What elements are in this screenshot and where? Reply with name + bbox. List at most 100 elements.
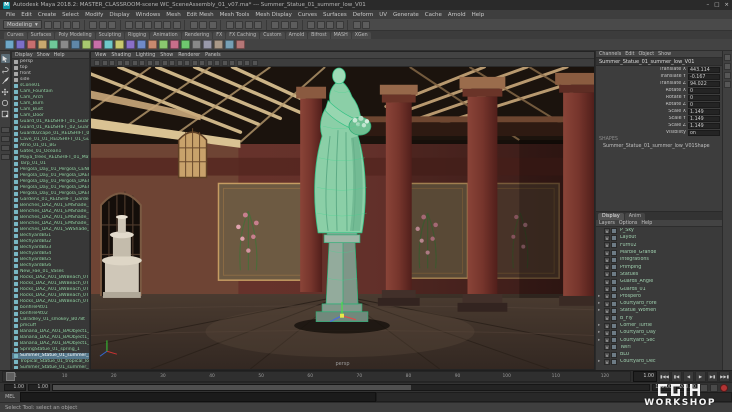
channel-value-field[interactable]: 0 — [688, 87, 720, 94]
shelf-tool-icon[interactable] — [16, 40, 25, 49]
layer-color-swatch[interactable] — [611, 300, 617, 307]
menu-surfaces[interactable]: Surfaces — [323, 12, 347, 18]
timeline-track[interactable]: 1 10 20 30 40 50 60 70 80 90 100 110 120 — [2, 371, 631, 382]
paint-selection-tool-button[interactable] — [1, 76, 10, 85]
status-icon[interactable] — [189, 20, 198, 29]
shelf-tool-icon[interactable] — [214, 40, 223, 49]
lasso-tool-button[interactable] — [1, 65, 10, 74]
shelf-tab-surfaces[interactable]: Surfaces — [27, 32, 55, 39]
shelf-tool-icon[interactable] — [27, 40, 36, 49]
layer-row[interactable]: V Integrations — [596, 256, 722, 263]
minimize-button[interactable]: – — [706, 2, 709, 8]
channel-value-field[interactable]: 1.149 — [688, 122, 720, 129]
step-forward-button[interactable]: ▶▮ — [707, 371, 718, 382]
layer-row[interactable]: ▸ V Courtyard_Day — [596, 329, 722, 336]
layer-color-swatch[interactable] — [611, 278, 617, 285]
menu-generate[interactable]: Generate — [393, 12, 419, 18]
expand-icon[interactable]: ▸ — [598, 301, 603, 306]
layer-visibility-toggle[interactable]: V — [604, 234, 610, 241]
viewport-menu-show[interactable]: Show — [160, 53, 173, 58]
viewport-toolbar-icon[interactable] — [124, 59, 130, 66]
status-icon[interactable] — [307, 20, 316, 29]
layer-visibility-toggle[interactable]: V — [604, 227, 610, 234]
viewport-toolbar-icon[interactable] — [146, 59, 153, 66]
viewport-toolbar-icon[interactable] — [94, 59, 100, 66]
layer-menu-help[interactable]: Help — [641, 221, 652, 226]
viewport-toolbar-icon[interactable] — [116, 59, 123, 66]
move-tool-button[interactable] — [1, 87, 10, 96]
status-icon[interactable] — [89, 20, 98, 29]
shelf-tool-icon[interactable] — [38, 40, 47, 49]
viewport-toolbar-icon[interactable] — [109, 59, 115, 66]
go-to-start-button[interactable]: ▮◀◀ — [659, 371, 670, 382]
shelf-tool-icon[interactable] — [5, 40, 14, 49]
status-icon[interactable] — [199, 20, 208, 29]
expand-icon[interactable]: ▸ — [598, 308, 603, 313]
layer-visibility-toggle[interactable]: V — [604, 256, 610, 263]
layer-color-swatch[interactable] — [611, 286, 617, 293]
channelbox-menu-object[interactable]: Object — [639, 52, 655, 57]
outliner-menu-display[interactable]: Display — [15, 53, 33, 58]
select-tool-button[interactable] — [0, 54, 10, 63]
channel-value-field[interactable]: 1.149 — [688, 108, 720, 115]
shelf-tab-rendering[interactable]: Rendering — [181, 32, 213, 39]
channelbox-menu-edit[interactable]: Edit — [625, 52, 634, 57]
outliner-item[interactable]: Summer_Statue_01_summer_low_B — [12, 365, 89, 369]
status-icon[interactable] — [62, 20, 71, 29]
menu-deform[interactable]: Deform — [353, 12, 373, 18]
auto-keyframe-toggle[interactable] — [720, 383, 728, 392]
fresco-panel-left[interactable] — [217, 182, 313, 281]
shelf-tool-icon[interactable] — [236, 40, 245, 49]
status-icon[interactable] — [53, 20, 62, 29]
viewport-toolbar-icon[interactable] — [154, 59, 160, 66]
viewport-toolbar-icon[interactable] — [161, 59, 168, 66]
selected-object-name[interactable]: Summer_Statue_01_summer_low_V01 — [596, 58, 722, 66]
layer-visibility-toggle[interactable]: V — [604, 293, 610, 300]
layer-color-swatch[interactable] — [611, 271, 617, 278]
layer-visibility-toggle[interactable]: V — [604, 329, 610, 336]
shelf-tool-icon[interactable] — [203, 40, 212, 49]
status-icon[interactable] — [225, 20, 234, 29]
layer-visibility-toggle[interactable]: V — [604, 315, 610, 322]
menu-edit[interactable]: Edit — [21, 12, 32, 18]
layer-visibility-toggle[interactable]: V — [604, 322, 610, 329]
status-icon[interactable] — [172, 20, 181, 29]
layer-row[interactable]: V Guards_01 — [596, 285, 722, 293]
shelf-tab-mash[interactable]: MASH — [330, 32, 351, 39]
viewport-scene[interactable]: persp — [91, 67, 594, 369]
close-button[interactable]: × — [724, 2, 729, 8]
viewport-toolbar-icon[interactable] — [229, 59, 235, 66]
status-icon[interactable] — [163, 20, 172, 29]
shelf-tab-animation[interactable]: Animation — [150, 32, 181, 39]
channelbox-menu-channels[interactable]: Channels — [599, 52, 621, 57]
status-icon[interactable] — [290, 20, 299, 29]
menu-set-dropdown[interactable]: Modeling ▾ — [3, 20, 42, 29]
layer-row[interactable]: V Primping — [596, 263, 722, 271]
shelf-tool-icon[interactable] — [170, 40, 179, 49]
layer-color-swatch[interactable] — [611, 337, 617, 344]
expand-icon[interactable]: ▸ — [598, 338, 603, 343]
shelf-tab-bifrost[interactable]: Bifrost — [308, 32, 330, 39]
viewport-menu-panels[interactable]: Panels — [205, 53, 220, 58]
command-language-toggle[interactable]: MEL — [0, 392, 20, 402]
layer-color-swatch[interactable] — [611, 293, 617, 300]
layer-color-swatch[interactable] — [611, 315, 617, 322]
range-slider-track[interactable] — [52, 384, 650, 391]
layer-row[interactable]: V Statues — [596, 271, 722, 278]
status-icon[interactable] — [134, 20, 143, 29]
status-icon[interactable] — [335, 20, 344, 29]
shelf-tool-icon[interactable] — [60, 40, 69, 49]
layer-color-swatch[interactable] — [611, 358, 617, 365]
layer-color-swatch[interactable] — [611, 344, 617, 351]
channel-value-field[interactable]: -0.167 — [688, 73, 720, 80]
expand-icon[interactable]: ▸ — [598, 294, 603, 299]
3d-scene[interactable] — [91, 67, 594, 369]
outliner-menu-show[interactable]: Show — [37, 53, 50, 58]
status-icon[interactable] — [208, 20, 217, 29]
viewport-toolbar-icon[interactable] — [169, 59, 175, 66]
layer-visibility-toggle[interactable]: V — [604, 300, 610, 307]
layer-color-swatch[interactable] — [611, 307, 617, 314]
shelf-tool-icon[interactable] — [71, 40, 80, 49]
viewport-toolbar-icon[interactable] — [139, 59, 145, 66]
range-slider-handle[interactable] — [53, 385, 411, 390]
